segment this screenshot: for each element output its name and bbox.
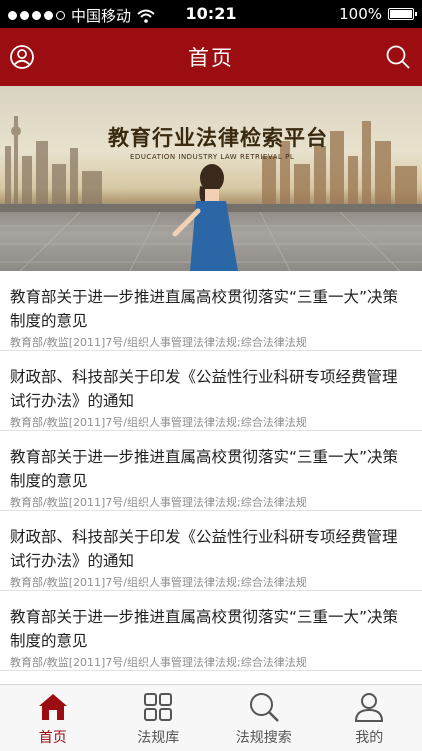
list-item[interactable]: 教育部关于进一步推进直属高校贯彻落实“三重一大”决策制度的意见 教育部/教监[2… xyxy=(0,271,422,351)
tab-label: 法规搜索 xyxy=(211,727,317,747)
article-title: 教育部关于进一步推进直属高校贯彻落实“三重一大”决策制度的意见 xyxy=(10,605,412,653)
article-meta: 教育部/教监[2011]7号/组织人事管理法律法规;综合法律法规 xyxy=(10,494,412,510)
banner-image xyxy=(0,86,422,271)
tab-bar: 首页 法规库 法规搜索 我的 xyxy=(0,684,422,751)
battery-percent: 100% xyxy=(339,5,382,23)
list-item[interactable]: 财政部、科技部关于印发《公益性行业科研专项经费管理试行办法》的通知 教育部/教监… xyxy=(0,511,422,591)
tab-search[interactable]: 法规搜索 xyxy=(211,685,317,751)
article-title: 教育部关于进一步推进直属高校贯彻落实“三重一大”决策制度的意见 xyxy=(10,285,412,333)
page-title: 首页 xyxy=(0,42,422,72)
user-icon xyxy=(353,691,385,723)
nav-bar: 首页 xyxy=(0,28,422,86)
list-item[interactable]: 教育部关于进一步推进直属高校贯彻落实“三重一大”决策制度的意见 教育部/教监[2… xyxy=(0,431,422,511)
status-bar: 中国移动 10:21 100% xyxy=(0,0,422,28)
article-meta: 教育部/教监[2011]7号/组织人事管理法律法规;综合法律法规 xyxy=(10,334,412,350)
tab-label: 我的 xyxy=(317,727,422,747)
banner[interactable]: 教育行业法律检索平台 EDUCATION INDUSTRY LAW RETRIE… xyxy=(0,86,422,271)
tab-profile[interactable]: 我的 xyxy=(317,685,422,751)
banner-title: 教育行业法律检索平台 xyxy=(108,122,328,152)
home-icon xyxy=(37,691,69,723)
article-meta: 教育部/教监[2011]7号/组织人事管理法律法规;综合法律法规 xyxy=(10,574,412,590)
article-list: 教育部关于进一步推进直属高校贯彻落实“三重一大”决策制度的意见 教育部/教监[2… xyxy=(0,271,422,671)
article-meta: 教育部/教监[2011]7号/组织人事管理法律法规;综合法律法规 xyxy=(10,654,412,670)
battery-icon xyxy=(388,8,414,20)
list-item[interactable]: 教育部关于进一步推进直属高校贯彻落实“三重一大”决策制度的意见 教育部/教监[2… xyxy=(0,591,422,671)
article-title: 财政部、科技部关于印发《公益性行业科研专项经费管理试行办法》的通知 xyxy=(10,365,412,413)
tab-home[interactable]: 首页 xyxy=(0,685,106,751)
search-icon[interactable] xyxy=(385,44,411,70)
search-icon xyxy=(248,691,280,723)
tab-label: 首页 xyxy=(0,727,106,747)
status-right: 100% xyxy=(339,5,414,23)
article-title: 教育部关于进一步推进直属高校贯彻落实“三重一大”决策制度的意见 xyxy=(10,445,412,493)
list-item[interactable]: 财政部、科技部关于印发《公益性行业科研专项经费管理试行办法》的通知 教育部/教监… xyxy=(0,351,422,431)
grid-icon xyxy=(142,691,174,723)
article-title: 财政部、科技部关于印发《公益性行业科研专项经费管理试行办法》的通知 xyxy=(10,525,412,573)
tab-label: 法规库 xyxy=(106,727,212,747)
tab-library[interactable]: 法规库 xyxy=(106,685,212,751)
banner-subtitle: EDUCATION INDUSTRY LAW RETRIEVAL PL xyxy=(130,153,294,161)
article-meta: 教育部/教监[2011]7号/组织人事管理法律法规;综合法律法规 xyxy=(10,414,412,430)
